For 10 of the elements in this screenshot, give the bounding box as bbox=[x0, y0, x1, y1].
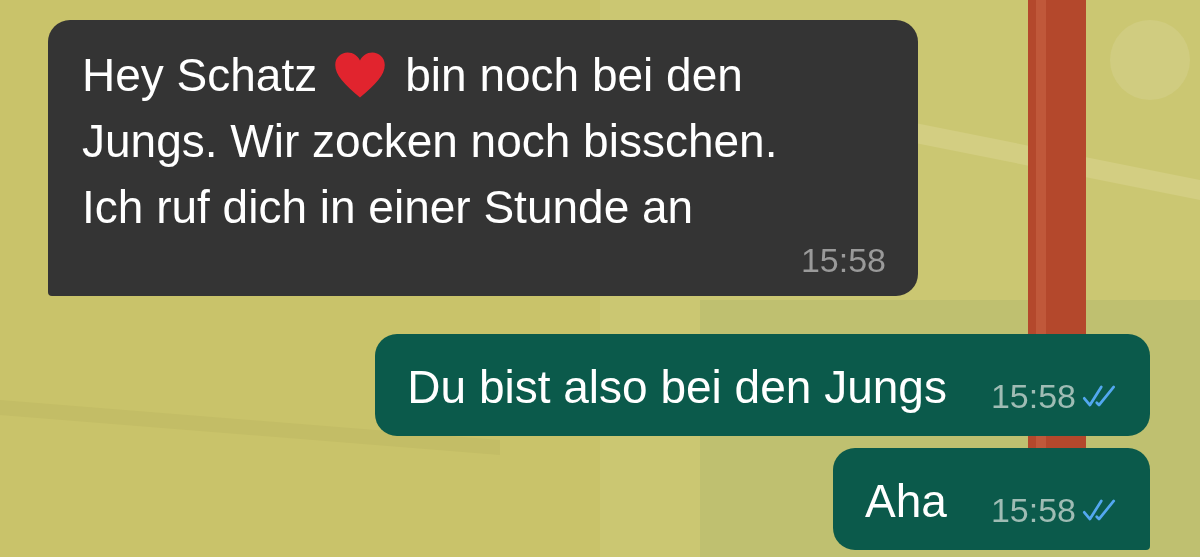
message-text: Aha bbox=[865, 474, 947, 529]
timestamp: 15:58 bbox=[990, 490, 1076, 530]
message-text: Du bist also bei den Jungs bbox=[407, 360, 947, 415]
message-text: Ich ruf dich in einer Stunde an bbox=[82, 180, 694, 235]
message-text: bin noch bei den bbox=[405, 48, 743, 103]
heart-icon bbox=[333, 50, 388, 100]
timestamp: 15:58 bbox=[800, 240, 886, 280]
message-text: Hey Schatz bbox=[82, 48, 318, 103]
message-text: Jungs. Wir zocken noch bisschen. bbox=[82, 114, 778, 169]
timestamp: 15:58 bbox=[990, 376, 1076, 416]
